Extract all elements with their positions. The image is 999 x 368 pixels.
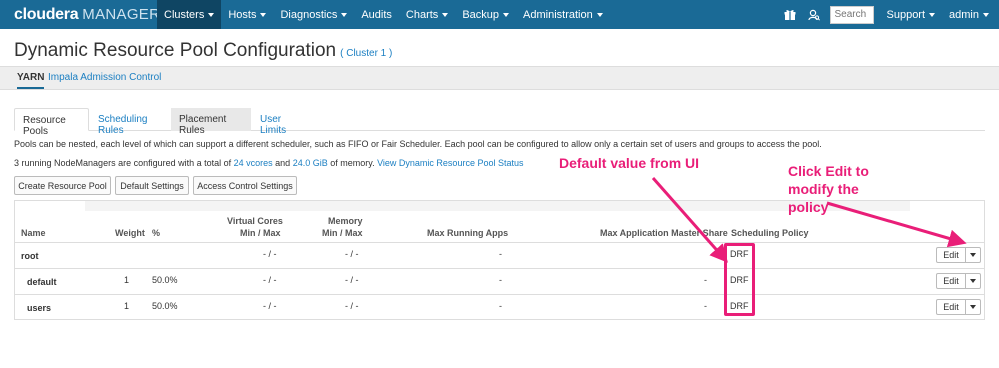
annotation-default-value: Default value from UI bbox=[559, 155, 700, 171]
arrow-to-edit bbox=[826, 201, 967, 248]
annotation-click-edit-3: policy bbox=[788, 199, 829, 215]
annotation-click-edit-1: Click Edit to bbox=[788, 163, 869, 179]
annotation-click-edit-2: modify the bbox=[788, 181, 859, 197]
arrow-to-policy bbox=[651, 177, 728, 263]
